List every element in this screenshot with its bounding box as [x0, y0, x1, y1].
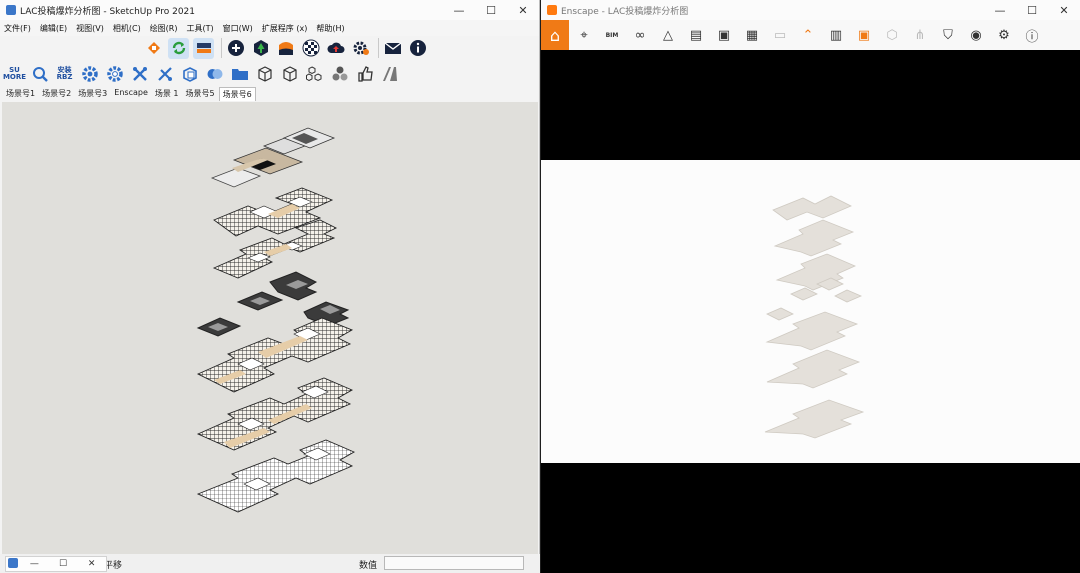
- maximize-button[interactable]: ☐: [475, 0, 507, 20]
- desktop: LAC投稿爆炸分析图 - SketchUp Pro 2021 — ☐ ✕ 文件(…: [0, 0, 1080, 573]
- sync-views-icon[interactable]: [193, 37, 214, 59]
- about-info-icon[interactable]: [407, 38, 428, 59]
- render-model-drawing: [764, 195, 865, 439]
- live-update-icon[interactable]: [168, 37, 189, 59]
- export-image-icon[interactable]: ▣: [713, 24, 735, 46]
- sketchup-viewport[interactable]: [2, 102, 538, 554]
- maximize-button[interactable]: ☐: [1016, 0, 1048, 20]
- menu-edit[interactable]: 编辑(E): [40, 23, 67, 34]
- sketchup-title: LAC投稿爆炸分析图 - SketchUp Pro 2021: [20, 6, 195, 17]
- close-button[interactable]: ✕: [507, 0, 539, 20]
- menu-draw[interactable]: 绘图(R): [150, 23, 178, 34]
- menu-extensions[interactable]: 扩展程序 (x): [262, 23, 308, 34]
- safe-frame-icon[interactable]: ▣: [853, 24, 875, 46]
- box-outline-icon[interactable]: [254, 63, 275, 84]
- enscape-title-bar: Enscape - LAC投稿爆炸分析图 — ☐ ✕: [541, 0, 1080, 20]
- gear-settings-icon[interactable]: [104, 63, 125, 84]
- ruler-angle-icon[interactable]: [379, 63, 400, 84]
- minimize-button[interactable]: —: [984, 0, 1016, 20]
- menu-file[interactable]: 文件(F): [4, 23, 31, 34]
- toggle-shape-icon[interactable]: [204, 63, 225, 84]
- asset-library-icon[interactable]: [250, 38, 271, 59]
- enscape-toolbar: ⌂ ⌖ BIM ∞ △ ▤ ▣ ▦ ▭ ⌃ ▥ ▣ ⬡ ⋔ ⛉ ◉ ⚙ ⓘ: [541, 20, 1080, 50]
- checker-material-icon[interactable]: [300, 38, 321, 59]
- help-icon[interactable]: ⓘ: [1021, 24, 1043, 46]
- close-button[interactable]: ✕: [1048, 0, 1080, 20]
- enscape-render-view[interactable]: [541, 160, 1080, 463]
- scene-tab-enscape[interactable]: Enscape: [111, 87, 151, 101]
- enscape-window: Enscape - LAC投稿爆炸分析图 — ☐ ✕ ⌂ ⌖ BIM ∞ △ ▤…: [541, 0, 1080, 573]
- add-object-icon[interactable]: [225, 38, 246, 59]
- clapperboard-icon[interactable]: ▤: [685, 24, 707, 46]
- feedback-mail-icon[interactable]: [382, 38, 403, 59]
- mini-app-icon: [6, 557, 20, 571]
- export-video-icon[interactable]: ▭: [769, 24, 791, 46]
- binoculars-icon[interactable]: ∞: [629, 24, 651, 46]
- enscape-toolbar: [143, 36, 432, 60]
- magnifier-icon[interactable]: [29, 63, 50, 84]
- scene-tab-6[interactable]: 场景号6: [218, 87, 256, 101]
- enscape-title: Enscape - LAC投稿爆炸分析图: [561, 6, 689, 17]
- material-editor-icon[interactable]: [275, 38, 296, 59]
- bim-icon[interactable]: BIM: [601, 24, 623, 46]
- menu-tools[interactable]: 工具(T): [187, 23, 214, 34]
- plugin-toolbar: SU MORE 安装 RBZ: [2, 61, 404, 86]
- mini-close-button[interactable]: ✕: [77, 559, 106, 569]
- bim-label: BIM: [605, 31, 619, 39]
- sketchup-title-bar: LAC投稿爆炸分析图 - SketchUp Pro 2021 — ☐ ✕: [0, 0, 539, 20]
- toolbar-separator: [221, 38, 222, 58]
- su-more-label: SU MORE: [2, 65, 27, 81]
- folder-icon[interactable]: [229, 63, 250, 84]
- cube-view-icon[interactable]: ⬡: [881, 24, 903, 46]
- menu-window[interactable]: 窗口(W): [223, 23, 253, 34]
- gear-blue-icon[interactable]: [79, 63, 100, 84]
- install-rbz-label: 安装 RBZ: [56, 65, 73, 81]
- batch-render-icon[interactable]: ▦: [741, 24, 763, 46]
- eye-icon[interactable]: ◉: [965, 24, 987, 46]
- component-cube-icon[interactable]: [179, 63, 200, 84]
- gear-icon[interactable]: ⚙: [993, 24, 1015, 46]
- menu-help[interactable]: 帮助(H): [316, 23, 344, 34]
- thumbs-up-icon[interactable]: [354, 63, 375, 84]
- chevron-up-icon[interactable]: ⌃: [797, 24, 819, 46]
- settings-icon[interactable]: [350, 38, 371, 59]
- location-pin-icon[interactable]: ⌖: [573, 24, 595, 46]
- mini-maximize-button[interactable]: ☐: [49, 559, 78, 569]
- home-icon[interactable]: ⌂: [541, 20, 569, 50]
- asset-icon[interactable]: ⋔: [909, 24, 931, 46]
- measurements-label: 数值: [359, 561, 378, 571]
- enscape-logo-icon: [547, 5, 557, 15]
- scene-tab-5[interactable]: 场景号5: [183, 87, 218, 101]
- menu-camera[interactable]: 相机(C): [113, 23, 141, 34]
- map-icon[interactable]: ▥: [825, 24, 847, 46]
- scene-tabs: 场景号1 场景号2 场景号3 Enscape 场景 1 场景号5 场景号6: [0, 87, 540, 101]
- mini-minimize-button[interactable]: —: [20, 559, 49, 569]
- measurements-input[interactable]: [384, 556, 524, 570]
- vr-headset-icon[interactable]: ⛉: [937, 24, 959, 46]
- toolbar-separator: [378, 38, 379, 58]
- wrench-screwdriver-icon[interactable]: [154, 63, 175, 84]
- minimize-button[interactable]: —: [443, 0, 475, 20]
- enscape-start-icon[interactable]: [143, 38, 164, 59]
- compass-icon[interactable]: △: [657, 24, 679, 46]
- scene-tab-1[interactable]: 场景号1: [3, 87, 38, 101]
- scene-tab-scene-1[interactable]: 场景 1: [152, 87, 182, 101]
- tools-wrench-icon[interactable]: [129, 63, 150, 84]
- minimized-window[interactable]: — ☐ ✕: [5, 556, 107, 572]
- install-rbz-icon[interactable]: 安装 RBZ: [54, 63, 75, 84]
- boxes-cluster-icon[interactable]: [329, 63, 350, 84]
- box-3d-icon[interactable]: [279, 63, 300, 84]
- boxes-group-icon[interactable]: [304, 63, 325, 84]
- sketchup-app-icon: [6, 5, 16, 15]
- exploded-model-drawing: [196, 127, 356, 513]
- scene-tab-2[interactable]: 场景号2: [39, 87, 74, 101]
- scene-tab-3[interactable]: 场景号3: [75, 87, 110, 101]
- menu-view[interactable]: 视图(V): [76, 23, 104, 34]
- upload-cloud-icon[interactable]: [325, 38, 346, 59]
- su-more-icon[interactable]: SU MORE: [2, 63, 27, 84]
- sketchup-window: LAC投稿爆炸分析图 - SketchUp Pro 2021 — ☐ ✕ 文件(…: [0, 0, 540, 573]
- menu-bar: 文件(F) 编辑(E) 视图(V) 相机(C) 绘图(R) 工具(T) 窗口(W…: [0, 20, 539, 36]
